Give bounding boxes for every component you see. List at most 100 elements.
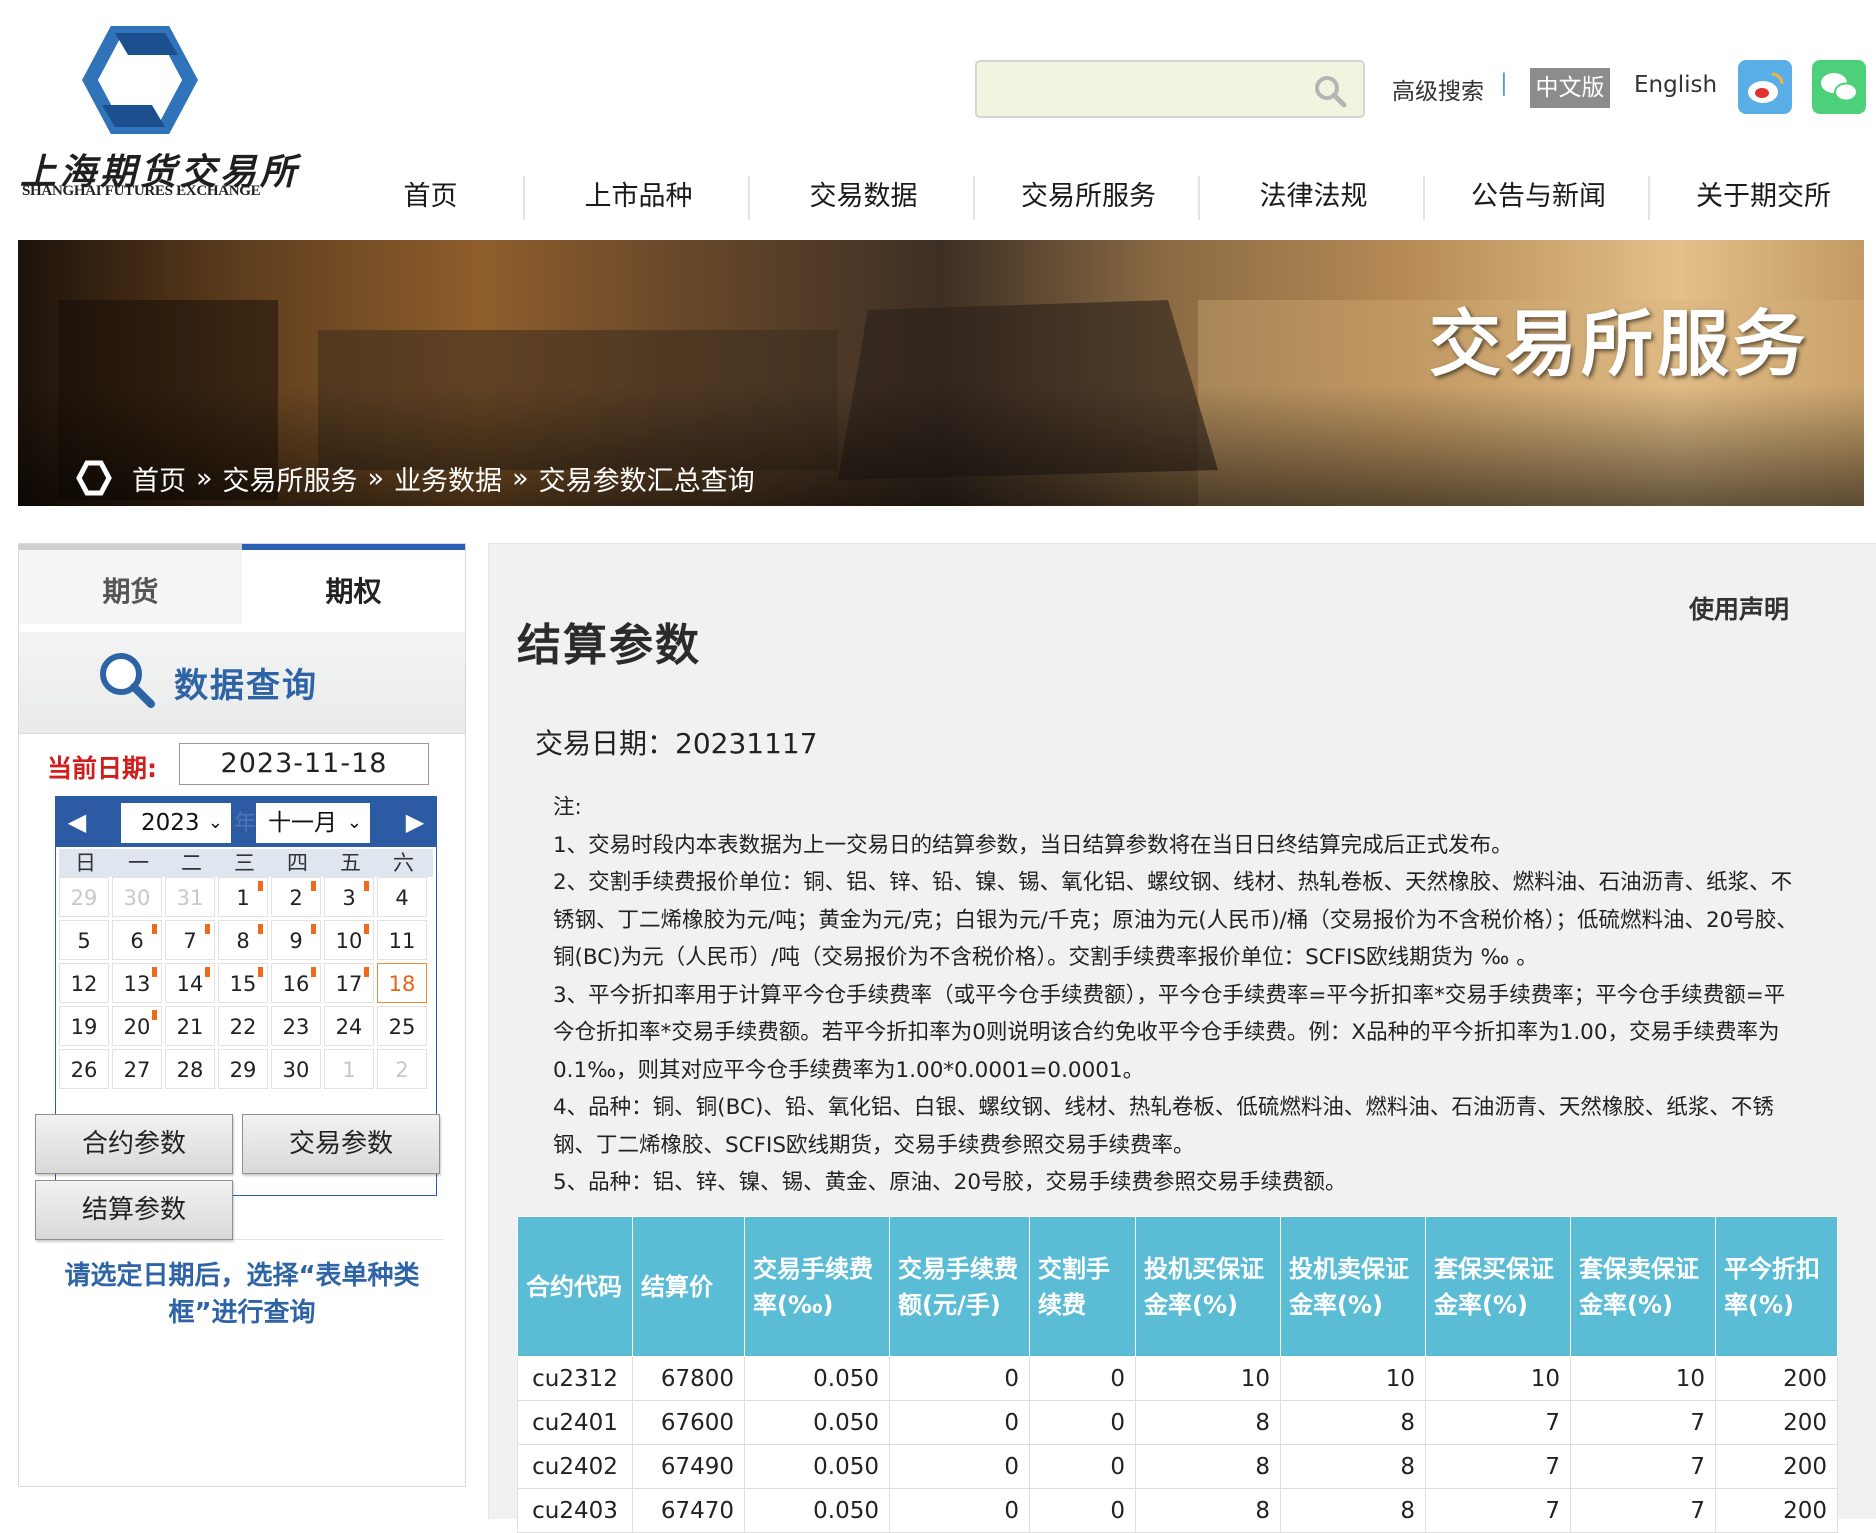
calendar-day[interactable]: 6 <box>112 920 162 960</box>
header-separator: | <box>1500 70 1508 96</box>
calendar-day[interactable]: 22 <box>218 1006 268 1046</box>
calendar-day[interactable]: 14 <box>165 963 215 1003</box>
wechat-icon[interactable] <box>1812 60 1866 114</box>
current-date-field[interactable]: 2023-11-18 <box>179 743 429 785</box>
day-number: 11 <box>388 929 416 953</box>
calendar-day[interactable]: 29 <box>59 877 109 917</box>
calendar-day-selected[interactable]: 18 <box>377 963 427 1003</box>
breadcrumb-separator: » <box>196 462 213 494</box>
nav-item-products[interactable]: 上市品种 <box>526 160 751 240</box>
breadcrumb-home[interactable]: 首页 <box>132 459 186 498</box>
search-input[interactable] <box>975 60 1365 118</box>
trading-params-button[interactable]: 交易参数 <box>242 1114 440 1174</box>
calendar-day[interactable]: 2 <box>377 1049 427 1089</box>
month-select[interactable]: 十一月 ⌄ <box>256 803 370 843</box>
col-header-fee-rate: 交易手续费率(‰) <box>744 1216 890 1357</box>
breadcrumb-business-data[interactable]: 业务数据 <box>394 459 502 498</box>
breadcrumb-current: 交易参数汇总查询 <box>538 465 755 497</box>
table-cell: 67600 <box>632 1400 745 1445</box>
breadcrumb-exchange-services[interactable]: 交易所服务 <box>223 459 358 498</box>
calendar-day[interactable]: 29 <box>218 1049 268 1089</box>
calendar-day[interactable]: 13 <box>112 963 162 1003</box>
calendar-day[interactable]: 30 <box>271 1049 321 1089</box>
weekday-label: 一 <box>128 851 149 875</box>
table-cell: 0.050 <box>744 1444 890 1489</box>
calendar-day[interactable]: 10 <box>324 920 374 960</box>
nav-item-news[interactable]: 公告与新闻 <box>1426 160 1651 240</box>
table-cell: 0 <box>1029 1400 1136 1445</box>
table-cell: 0 <box>1029 1444 1136 1489</box>
nav-item-home[interactable]: 首页 <box>318 160 543 240</box>
calendar-day[interactable]: 5 <box>59 920 109 960</box>
calendar-day[interactable]: 20 <box>112 1006 162 1046</box>
calendar-day[interactable]: 8 <box>218 920 268 960</box>
table-cell: 200 <box>1715 1444 1838 1489</box>
usage-statement-link[interactable]: 使用声明 <box>1689 590 1789 626</box>
settlement-params-table: 合约代码 结算价 交易手续费率(‰) 交易手续费额(元/手) 交割手续费 投机买… <box>517 1216 1838 1533</box>
year-value: 2023 <box>141 810 200 836</box>
nav-divider <box>1648 176 1650 220</box>
table-cell: cu2312 <box>517 1356 633 1401</box>
tab-options[interactable]: 期权 <box>242 544 465 624</box>
table-cell: 8 <box>1135 1400 1281 1445</box>
logo[interactable]: 上海期货交易所 SHANGHAI FUTURES EXCHANGE <box>20 25 296 210</box>
calendar-day[interactable]: 2 <box>271 877 321 917</box>
lang-english-link[interactable]: English <box>1634 72 1717 98</box>
table-cell: 0 <box>1029 1488 1136 1533</box>
col-header-spec-short-margin: 投机卖保证金率(%) <box>1280 1216 1426 1357</box>
day-number: 31 <box>176 886 204 910</box>
calendar-day[interactable]: 28 <box>165 1049 215 1089</box>
calendar-day[interactable]: 4 <box>377 877 427 917</box>
sidebar: 期货 期权 数据查询 当前日期: 2023-11-18 ◀ 2023 ⌄ 年 十一… <box>18 543 466 1487</box>
note-line: 注: <box>553 795 582 820</box>
year-select[interactable]: 2023 ⌄ <box>121 803 231 843</box>
calendar-day[interactable]: 21 <box>165 1006 215 1046</box>
next-month-icon[interactable]: ▶ <box>402 809 428 835</box>
lang-chinese-button[interactable]: 中文版 <box>1530 68 1610 108</box>
calendar-weekdays: 日一二三四五六 <box>59 849 433 877</box>
trading-day-flag-icon <box>152 1010 157 1020</box>
table-cell: 10 <box>1135 1356 1281 1401</box>
weibo-icon[interactable] <box>1738 60 1792 114</box>
current-date-label: 当前日期: <box>47 754 157 783</box>
calendar-day[interactable]: 26 <box>59 1049 109 1089</box>
note-line: 5、品种：铝、锌、镍、锡、黄金、原油、20号胶，交易手续费参照交易手续费额。 <box>553 1170 1347 1195</box>
day-number: 30 <box>123 886 151 910</box>
advanced-search-link[interactable]: 高级搜索 <box>1392 72 1484 106</box>
day-number: 8 <box>236 929 250 953</box>
query-hint: 请选定日期后，选择“表单种类框”进行查询 <box>41 1239 443 1332</box>
calendar-day[interactable]: 7 <box>165 920 215 960</box>
contract-params-button[interactable]: 合约参数 <box>35 1114 233 1174</box>
calendar-day[interactable]: 11 <box>377 920 427 960</box>
calendar-day[interactable]: 15 <box>218 963 268 1003</box>
nav-divider <box>1198 176 1200 220</box>
calendar-day[interactable]: 23 <box>271 1006 321 1046</box>
calendar-day[interactable]: 19 <box>59 1006 109 1046</box>
calendar-day[interactable]: 17 <box>324 963 374 1003</box>
calendar-day[interactable]: 3 <box>324 877 374 917</box>
nav-item-laws[interactable]: 法律法规 <box>1201 160 1426 240</box>
calendar-day[interactable]: 27 <box>112 1049 162 1089</box>
tab-futures[interactable]: 期货 <box>19 544 242 624</box>
table-cell: 7 <box>1570 1400 1716 1445</box>
calendar-day[interactable]: 30 <box>112 877 162 917</box>
main-content: 结算参数 使用声明 交易日期：20231117 注: 1、交易时段内本表数据为上… <box>488 543 1876 1533</box>
day-number: 1 <box>236 886 250 910</box>
calendar-day[interactable]: 1 <box>218 877 268 917</box>
banner: 交易所服务 首页 » 交易所服务 » 业务数据 » 交易参数汇总查询 <box>18 240 1864 506</box>
trade-date-value: 20231117 <box>675 727 818 760</box>
prev-month-icon[interactable]: ◀ <box>64 809 90 835</box>
nav-item-about[interactable]: 关于期交所 <box>1651 160 1876 240</box>
calendar-day[interactable]: 25 <box>377 1006 427 1046</box>
calendar-day[interactable]: 16 <box>271 963 321 1003</box>
calendar-day[interactable]: 9 <box>271 920 321 960</box>
calendar-day[interactable]: 1 <box>324 1049 374 1089</box>
day-number: 24 <box>335 1015 363 1039</box>
nav-item-exchange-services[interactable]: 交易所服务 <box>976 160 1201 240</box>
calendar-day[interactable]: 12 <box>59 963 109 1003</box>
calendar-day[interactable]: 24 <box>324 1006 374 1046</box>
settlement-params-button[interactable]: 结算参数 <box>35 1180 233 1240</box>
search-icon[interactable] <box>1313 74 1347 108</box>
calendar-day[interactable]: 31 <box>165 877 215 917</box>
nav-item-trading-data[interactable]: 交易数据 <box>751 160 976 240</box>
